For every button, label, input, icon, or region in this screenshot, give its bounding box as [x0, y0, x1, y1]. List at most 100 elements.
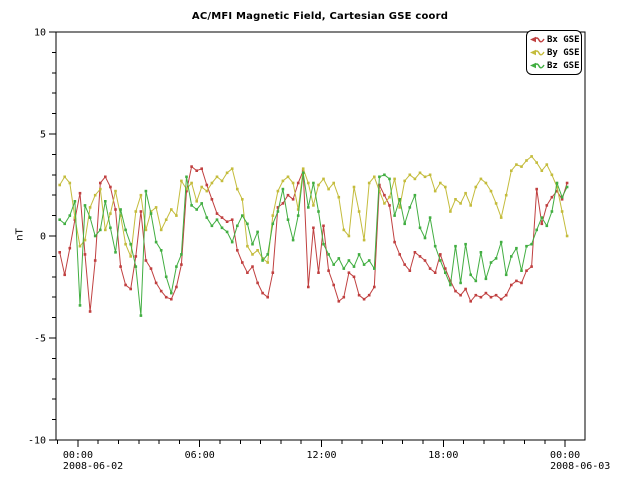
data-point [160, 249, 163, 252]
data-point [226, 172, 229, 175]
data-point [287, 218, 290, 221]
data-point [353, 276, 356, 279]
data-point [515, 163, 518, 166]
data-point [429, 216, 432, 219]
data-point [485, 182, 488, 185]
data-point [383, 174, 386, 177]
data-point [490, 190, 493, 193]
data-point [135, 210, 138, 213]
data-point [307, 182, 310, 185]
data-point [343, 267, 346, 270]
data-point [63, 223, 66, 226]
plot-frame [56, 32, 585, 440]
data-point [444, 186, 447, 189]
data-point [145, 259, 148, 262]
data-point [302, 167, 305, 170]
data-point [69, 182, 72, 185]
data-point [241, 198, 244, 201]
data-point [551, 174, 554, 177]
data-point [160, 229, 163, 232]
data-point [266, 296, 269, 299]
data-point [338, 196, 341, 199]
data-point [429, 267, 432, 270]
data-point [94, 235, 97, 238]
data-point [69, 214, 72, 217]
data-point [221, 227, 224, 230]
data-point [454, 198, 457, 201]
axis-ticks [49, 32, 565, 447]
data-point [429, 174, 432, 177]
data-point [282, 180, 285, 183]
data-point [165, 296, 168, 299]
data-point [444, 271, 447, 274]
data-point [515, 280, 518, 283]
data-point [485, 278, 488, 281]
data-point [505, 274, 508, 277]
data-point [180, 180, 183, 183]
data-point [530, 155, 533, 158]
data-point [200, 202, 203, 205]
data-point [241, 261, 244, 264]
data-point [485, 292, 488, 295]
data-point [409, 174, 412, 177]
data-point [216, 218, 219, 221]
legend-box: Bx GSE By GSE Bz GSE [526, 30, 582, 75]
data-point [251, 253, 254, 256]
data-point [343, 229, 346, 232]
data-point [439, 253, 442, 256]
data-point [211, 182, 214, 185]
data-point [109, 186, 112, 189]
data-point [160, 290, 163, 293]
legend-item-bx: Bx GSE [530, 34, 579, 45]
x-tick-label: 12:00 [306, 450, 336, 461]
data-point [373, 267, 376, 270]
data-point [551, 196, 554, 199]
legend-label-by: By GSE [547, 48, 580, 58]
data-point [241, 214, 244, 217]
data-point [434, 190, 437, 193]
data-point [505, 194, 508, 197]
data-point [170, 292, 173, 295]
data-point [439, 259, 442, 262]
data-point [515, 247, 518, 250]
data-point [287, 176, 290, 179]
legend-item-bz: Bz GSE [530, 60, 579, 71]
data-point [464, 243, 467, 246]
data-point [363, 263, 366, 266]
data-point [505, 294, 508, 297]
data-point [190, 204, 193, 207]
data-point [434, 245, 437, 248]
data-point [414, 178, 417, 181]
data-point [99, 229, 102, 232]
data-point [475, 294, 478, 297]
data-point [282, 202, 285, 205]
data-point [535, 229, 538, 232]
data-point [348, 235, 351, 238]
data-point [89, 216, 92, 219]
y-axis-label: nT [15, 223, 26, 247]
data-point [99, 182, 102, 185]
data-point [561, 196, 564, 199]
data-point [424, 259, 427, 262]
data-point [226, 220, 229, 223]
data-point [140, 314, 143, 317]
data-point [231, 241, 234, 244]
data-point [155, 282, 158, 285]
data-point [388, 196, 391, 199]
data-point [216, 176, 219, 179]
data-point [292, 239, 295, 242]
data-point [322, 225, 325, 228]
data-point [221, 180, 224, 183]
series-by [58, 155, 568, 264]
data-point [525, 269, 528, 272]
data-point [150, 267, 153, 270]
data-point [561, 210, 564, 213]
data-point [322, 178, 325, 181]
data-point [63, 274, 66, 277]
x-date-label: 2008-06-02 [63, 461, 123, 472]
data-point [277, 210, 280, 213]
data-point [231, 218, 234, 221]
bz-line-sample-icon [530, 61, 545, 70]
legend-label-bx: Bx GSE [547, 35, 580, 45]
data-point [261, 292, 264, 295]
